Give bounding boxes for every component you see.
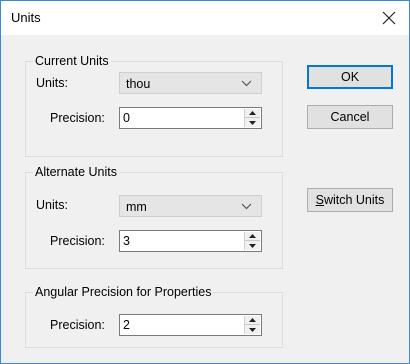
switch-units-button[interactable]: Switch Units: [307, 188, 393, 212]
alternate-units-group: Alternate Units Units: mm Precision:: [25, 165, 283, 269]
ok-button[interactable]: OK: [307, 65, 393, 89]
angular-precision-group: Angular Precision for Properties Precisi…: [25, 285, 283, 348]
alternate-precision-down-button[interactable]: [245, 241, 260, 250]
alternate-precision-up-button[interactable]: [245, 232, 260, 241]
current-units-dropdown[interactable]: thou: [119, 72, 262, 94]
chevron-down-icon: [241, 203, 252, 210]
cancel-button[interactable]: Cancel: [307, 105, 393, 129]
current-units-label: Units:: [36, 76, 68, 90]
close-icon: [382, 11, 396, 25]
angular-precision-input[interactable]: [121, 316, 231, 334]
current-precision-input[interactable]: [121, 109, 231, 127]
alternate-units-dropdown[interactable]: mm: [119, 195, 262, 217]
spin-down-icon: [249, 120, 256, 125]
angular-precision-up-button[interactable]: [245, 316, 260, 325]
chevron-down-icon: [241, 80, 252, 87]
current-units-value: thou: [126, 77, 151, 91]
switch-units-mnemonic: S: [315, 193, 324, 207]
spin-up-icon: [249, 111, 256, 115]
title-bar: Units: [1, 1, 409, 35]
alternate-precision-input[interactable]: [121, 232, 231, 250]
angular-precision-spinner[interactable]: [119, 314, 262, 336]
units-dialog: Units Current Units Units: thou Precisio…: [0, 0, 410, 364]
spin-down-icon: [249, 243, 256, 248]
current-units-legend: Current Units: [33, 54, 111, 69]
current-units-group: Current Units Units: thou Precision:: [25, 54, 283, 157]
angular-precision-down-button[interactable]: [245, 325, 260, 334]
spin-up-icon: [249, 234, 256, 238]
spin-up-icon: [249, 318, 256, 322]
angular-precision-spin-buttons: [244, 316, 260, 334]
alternate-precision-spinner[interactable]: [119, 230, 262, 252]
current-precision-label: Precision:: [50, 111, 105, 125]
window-title: Units: [11, 10, 41, 25]
angular-precision-label: Precision:: [50, 318, 105, 332]
alternate-precision-spin-buttons: [244, 232, 260, 250]
close-button[interactable]: [369, 1, 409, 35]
alternate-precision-label: Precision:: [50, 234, 105, 248]
current-precision-spin-buttons: [244, 109, 260, 127]
current-precision-down-button[interactable]: [245, 118, 260, 127]
switch-units-label: witch Units: [323, 193, 385, 207]
alternate-units-value: mm: [126, 200, 147, 214]
spin-down-icon: [249, 327, 256, 332]
alternate-units-label: Units:: [36, 198, 68, 212]
angular-precision-legend: Angular Precision for Properties: [33, 285, 214, 300]
current-precision-up-button[interactable]: [245, 109, 260, 118]
current-precision-spinner[interactable]: [119, 107, 262, 129]
alternate-units-legend: Alternate Units: [33, 165, 119, 180]
